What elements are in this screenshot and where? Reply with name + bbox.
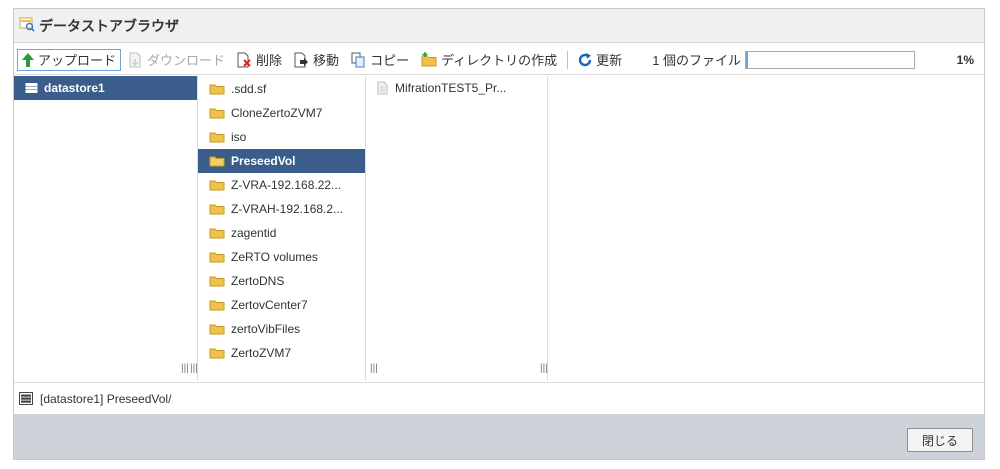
- file-icon: [377, 81, 388, 95]
- datastore-icon: [19, 392, 33, 405]
- file-pane: MifrationTEST5_Pr... ||| |||: [366, 76, 548, 381]
- item-label: zagentid: [231, 226, 277, 240]
- folder-icon: [209, 300, 225, 311]
- right-gutter: [985, 0, 1000, 469]
- pane-resize-grip[interactable]: |||: [370, 363, 378, 375]
- left-gutter: [0, 0, 13, 469]
- file-item[interactable]: MifrationTEST5_Pr...: [366, 76, 547, 100]
- item-label: CloneZertoZVM7: [231, 106, 323, 120]
- current-path: [datastore1] PreseedVol/: [40, 391, 172, 406]
- window-title: データストアブラウザ: [39, 17, 179, 34]
- create-directory-button[interactable]: ディレクトリの作成: [417, 49, 561, 71]
- app-frame: データストアブラウザ アップロード ダウンロード 削除 移動 コピー ディレクト…: [0, 0, 1000, 469]
- folder-icon: [209, 348, 225, 359]
- folder-item[interactable]: CloneZertoZVM7: [198, 101, 365, 125]
- folder-icon: [209, 204, 225, 215]
- download-label: ダウンロード: [147, 53, 226, 68]
- folder-icon: [209, 180, 225, 191]
- upload-progress-fill: [746, 51, 748, 68]
- folder-item[interactable]: iso: [198, 125, 365, 149]
- download-file-icon: [129, 52, 141, 67]
- folder-item[interactable]: ZertoZVM7: [198, 341, 365, 365]
- folder-item[interactable]: Z-VRA-192.168.22...: [198, 173, 365, 197]
- refresh-button[interactable]: 更新: [574, 49, 626, 71]
- create-directory-label: ディレクトリの作成: [441, 53, 558, 68]
- folder-icon: [209, 276, 225, 287]
- close-button[interactable]: 閉じる: [907, 428, 973, 452]
- dialog-footer: 閉じる: [14, 414, 984, 459]
- folder-icon: [209, 324, 225, 335]
- upload-button[interactable]: アップロード: [17, 48, 122, 71]
- item-label: iso: [231, 130, 247, 144]
- folder-item[interactable]: zagentid: [198, 221, 365, 245]
- datastore-icon: [25, 83, 38, 93]
- datastore-pane: datastore1 |||: [14, 76, 198, 381]
- datastore-browser-icon: [19, 16, 35, 35]
- folder-item[interactable]: ZertovCenter7: [198, 293, 365, 317]
- item-label: ZertoDNS: [231, 274, 285, 288]
- folder-icon: [209, 132, 225, 143]
- move-file-icon: [294, 52, 309, 67]
- upload-progress-percent: 1%: [956, 53, 974, 67]
- folder-icon: [209, 228, 225, 239]
- pane-resize-grip[interactable]: |||: [540, 363, 547, 375]
- item-label: ZeRTO volumes: [231, 250, 318, 264]
- toolbar: アップロード ダウンロード 削除 移動 コピー ディレクトリの作成 更新 1 個…: [14, 45, 984, 75]
- item-label: Z-VRAH-192.168.2...: [231, 202, 344, 216]
- refresh-label: 更新: [596, 53, 623, 68]
- folder-item[interactable]: .sdd.sf: [198, 77, 365, 101]
- folder-item[interactable]: Z-VRAH-192.168.2...: [198, 197, 365, 221]
- folder-item[interactable]: zertoVibFiles: [198, 317, 365, 341]
- item-label: zertoVibFiles: [231, 322, 301, 336]
- delete-label: 削除: [256, 53, 283, 68]
- item-label: MifrationTEST5_Pr...: [395, 81, 507, 95]
- folder-item[interactable]: ZeRTO volumes: [198, 245, 365, 269]
- close-label: 閉じる: [921, 433, 958, 448]
- item-label: PreseedVol: [231, 154, 296, 168]
- empty-pane: [548, 76, 984, 381]
- datastore-browser-window: データストアブラウザ アップロード ダウンロード 削除 移動 コピー ディレクト…: [13, 8, 985, 460]
- pane-resize-grip[interactable]: |||: [190, 363, 197, 375]
- pane-resize-grip[interactable]: |||: [181, 363, 189, 375]
- delete-file-icon: [237, 52, 251, 67]
- copy-label: コピー: [370, 53, 410, 68]
- toolbar-divider: [567, 50, 569, 69]
- folder-icon: [209, 84, 225, 95]
- delete-button[interactable]: 削除: [233, 49, 286, 71]
- title-bar: データストアブラウザ: [14, 9, 984, 43]
- folder-item[interactable]: ZertoDNS: [198, 269, 365, 293]
- folder-icon: [209, 252, 225, 263]
- folder-item[interactable]: PreseedVol: [198, 149, 365, 173]
- path-bar: [datastore1] PreseedVol/: [14, 382, 984, 414]
- item-label: Z-VRA-192.168.22...: [231, 178, 342, 192]
- datastore-item[interactable]: datastore1: [14, 76, 197, 100]
- file-count: 1 個のファイル: [652, 53, 742, 68]
- folder-pane: .sdd.sf CloneZertoZVM7 iso PreseedVol Z-VRA-…: [198, 76, 366, 381]
- browser-panes: datastore1 ||| .sdd.sf CloneZertoZVM7 iso P…: [14, 76, 984, 381]
- upload-progress-bar: [745, 50, 916, 69]
- item-label: ZertovCenter7: [231, 298, 308, 312]
- new-folder-icon: [421, 52, 437, 67]
- item-label: ZertoZVM7: [231, 346, 292, 360]
- item-label: datastore1: [44, 81, 105, 95]
- download-button[interactable]: ダウンロード: [125, 49, 229, 71]
- upload-label: アップロード: [38, 53, 117, 68]
- upload-arrow-icon: [22, 52, 34, 67]
- move-label: 移動: [313, 53, 340, 68]
- copy-button[interactable]: コピー: [347, 49, 413, 71]
- folder-icon: [209, 156, 225, 167]
- copy-icon: [351, 52, 365, 67]
- folder-icon: [209, 108, 225, 119]
- item-label: .sdd.sf: [231, 82, 267, 96]
- refresh-icon: [578, 52, 592, 66]
- move-button[interactable]: 移動: [290, 49, 343, 71]
